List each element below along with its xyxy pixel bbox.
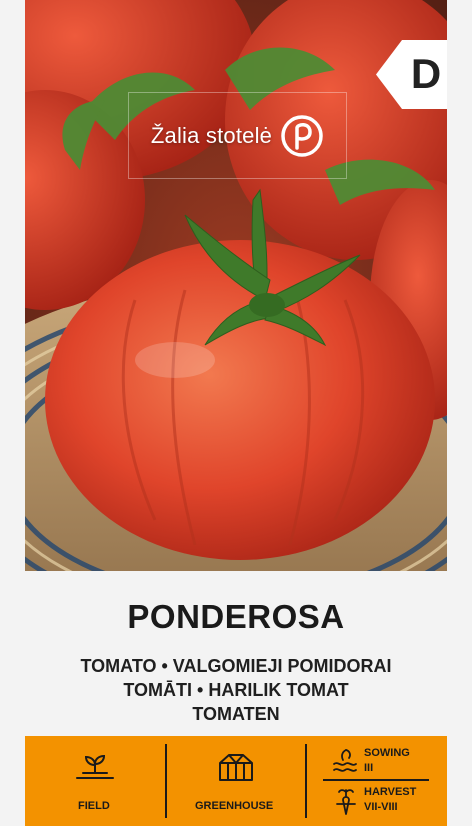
sowing-label: SOWING: [364, 747, 410, 759]
schedule-divider: [323, 779, 429, 781]
sowing-months: III: [364, 762, 374, 774]
field-label: FIELD: [78, 800, 110, 812]
product-title: PONDEROSA: [127, 598, 345, 635]
harvest-months: VII-VIII: [364, 801, 398, 813]
harvest-label: HARVEST: [364, 786, 417, 798]
sowing-icon: [333, 749, 357, 772]
greenhouse-label: GREENHOUSE: [195, 800, 274, 812]
schedule-cell: SOWING III HARVEST VII-VIII: [307, 736, 447, 826]
field-cell: FIELD: [25, 736, 165, 826]
product-subtitle: TOMATO • VALGOMIEJI POMIDORAI TOMĀTI • H…: [0, 654, 472, 726]
greenhouse-cell: GREENHOUSE: [167, 736, 305, 826]
brand-name: Žalia stotelė: [150, 122, 273, 148]
category-badge: D: [376, 40, 447, 109]
category-letter: D: [410, 50, 442, 97]
greenhouse-icon: [219, 754, 253, 781]
sprout-icon: [76, 754, 114, 779]
growing-info-bar: FIELD GREENHOUSE SOWING III HARVEST VII-…: [25, 736, 447, 826]
brand-box: Žalia stotelė: [128, 92, 347, 179]
subtitle-line: TOMATO • VALGOMIEJI POMIDORAI: [80, 656, 392, 676]
subtitle-line: TOMATEN: [192, 704, 280, 724]
leaf-circle-icon: [281, 114, 323, 157]
harvest-icon: [336, 789, 356, 815]
subtitle-line: TOMĀTI • HARILIK TOMAT: [123, 680, 349, 700]
